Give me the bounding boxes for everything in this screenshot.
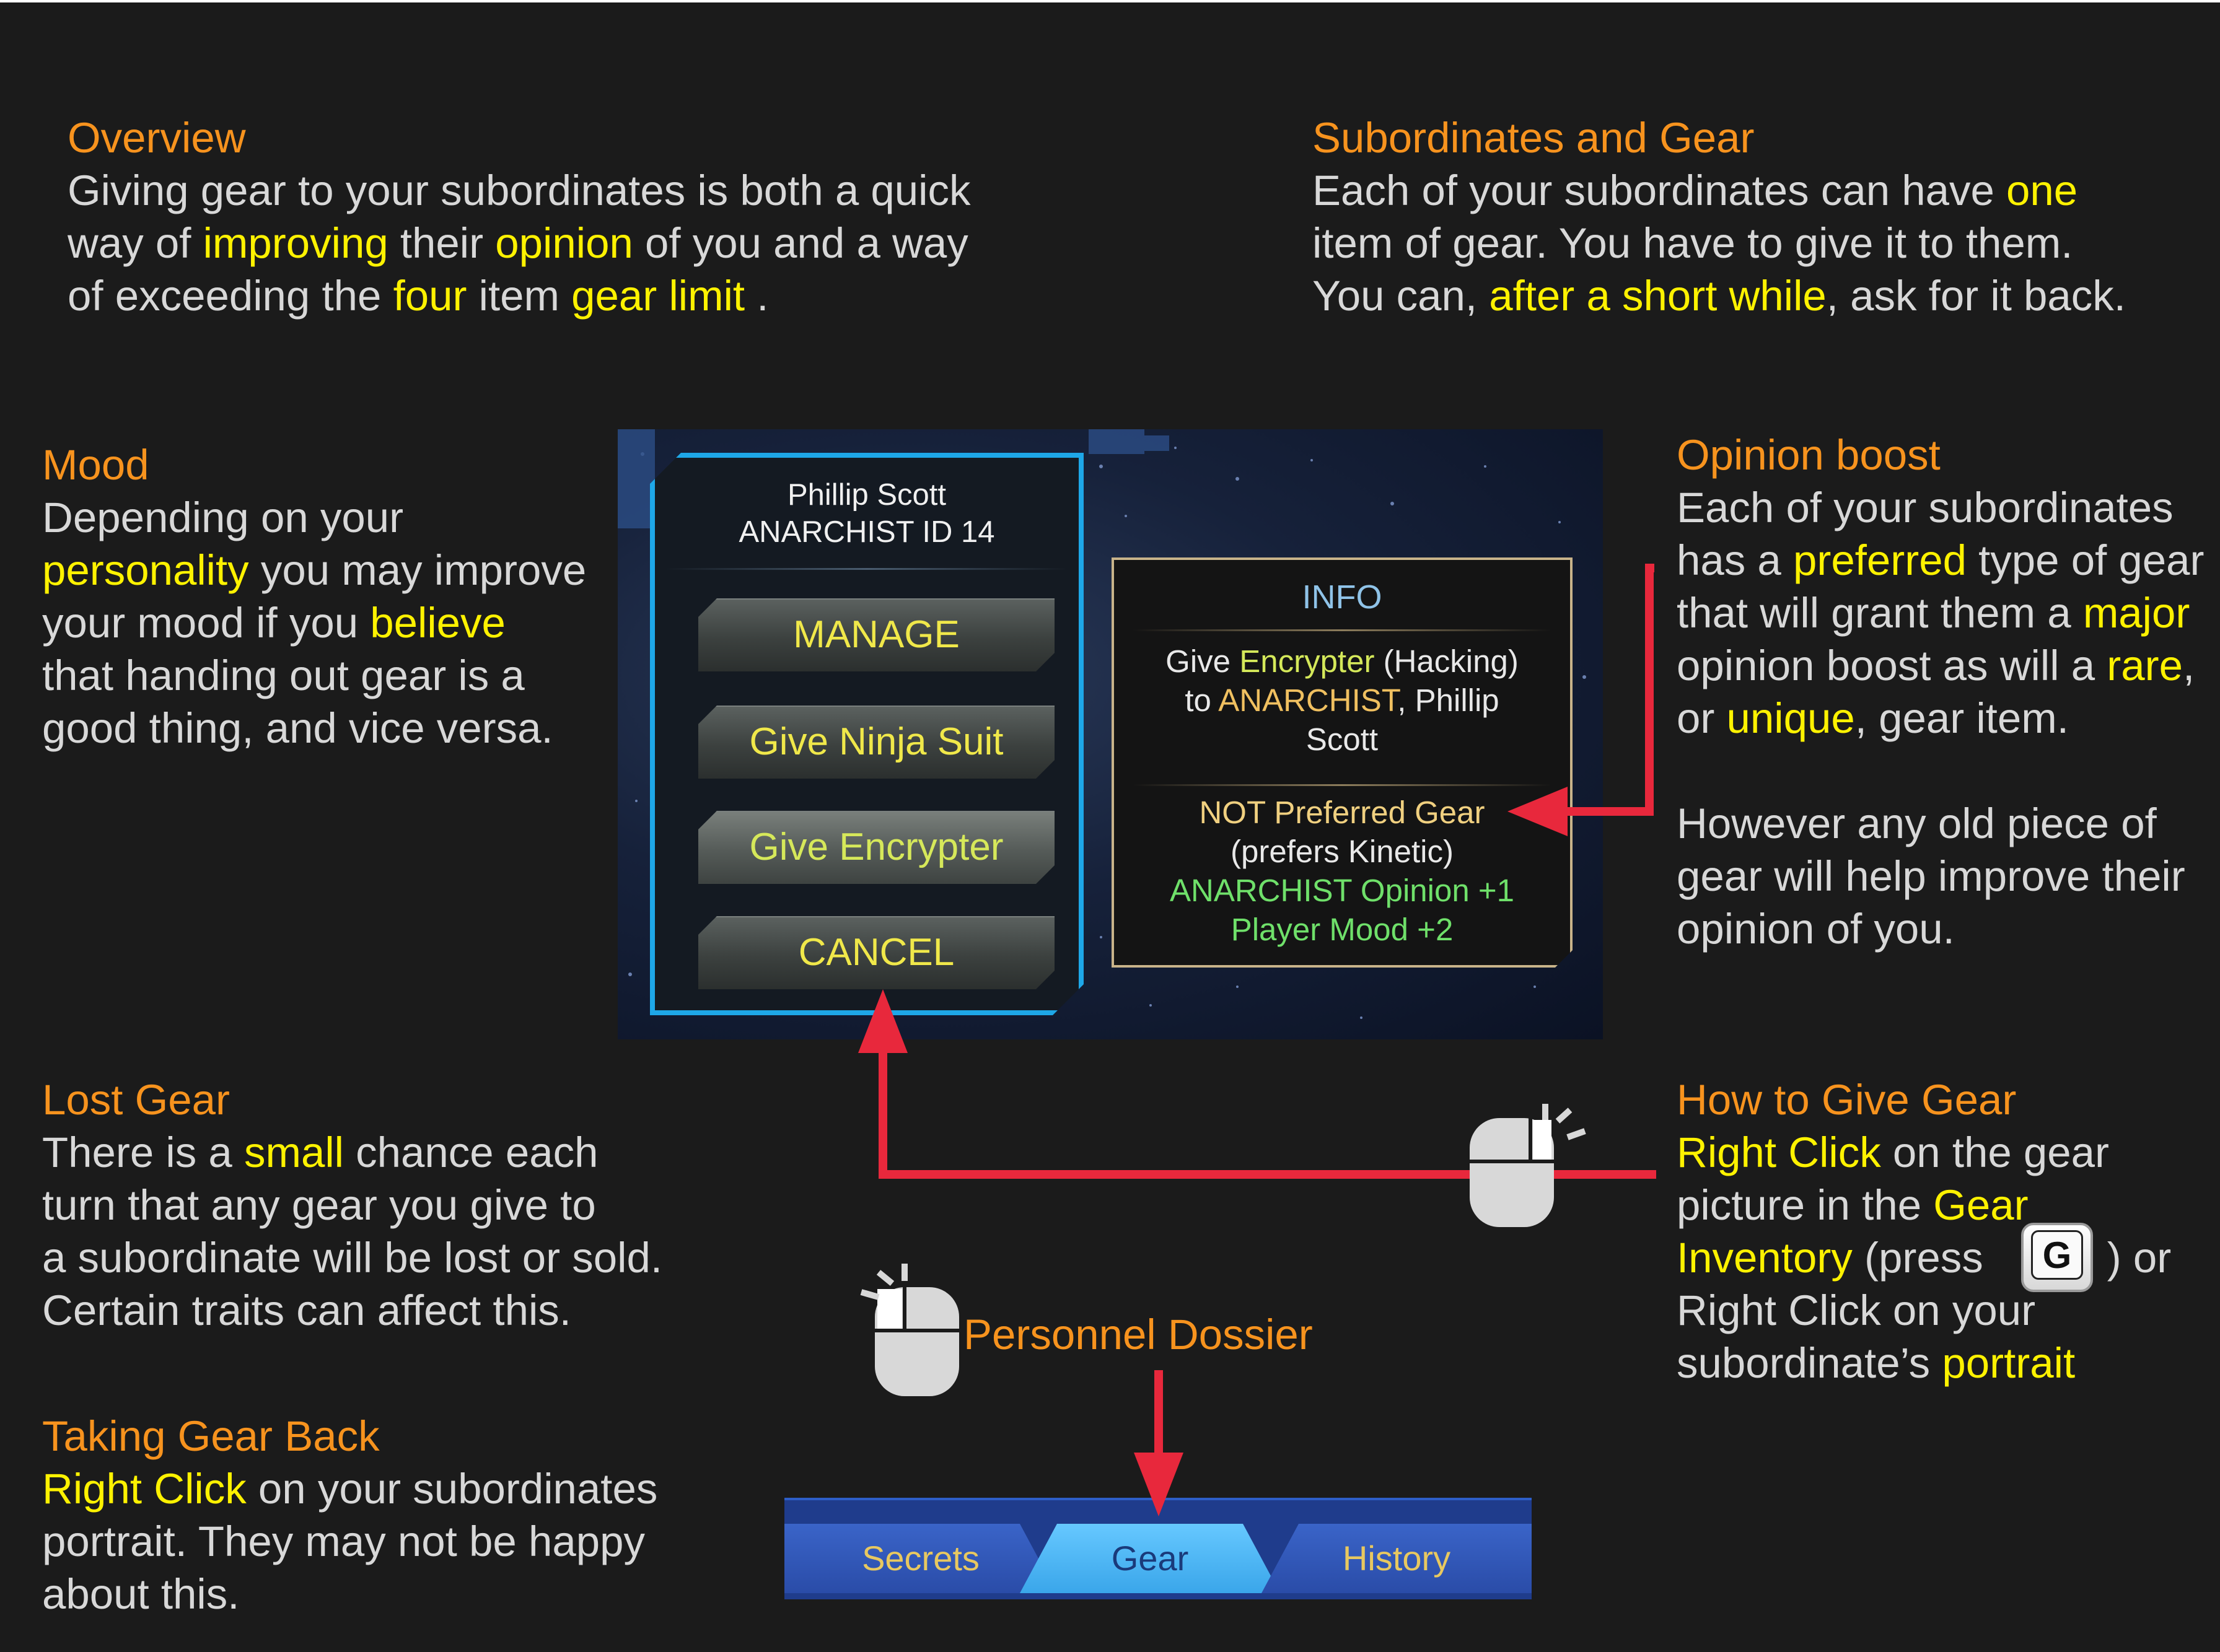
mouse-right-click-icon [1470, 1104, 1586, 1227]
dossier-arrow-head [1134, 1453, 1183, 1516]
opinion-arrow-head [1507, 787, 1568, 836]
mouse-left-click-icon [860, 1264, 959, 1396]
cancel-arrow-head [858, 989, 908, 1053]
annotation-overlay [858, 564, 1656, 1516]
opinion-arrow [1561, 564, 1654, 816]
